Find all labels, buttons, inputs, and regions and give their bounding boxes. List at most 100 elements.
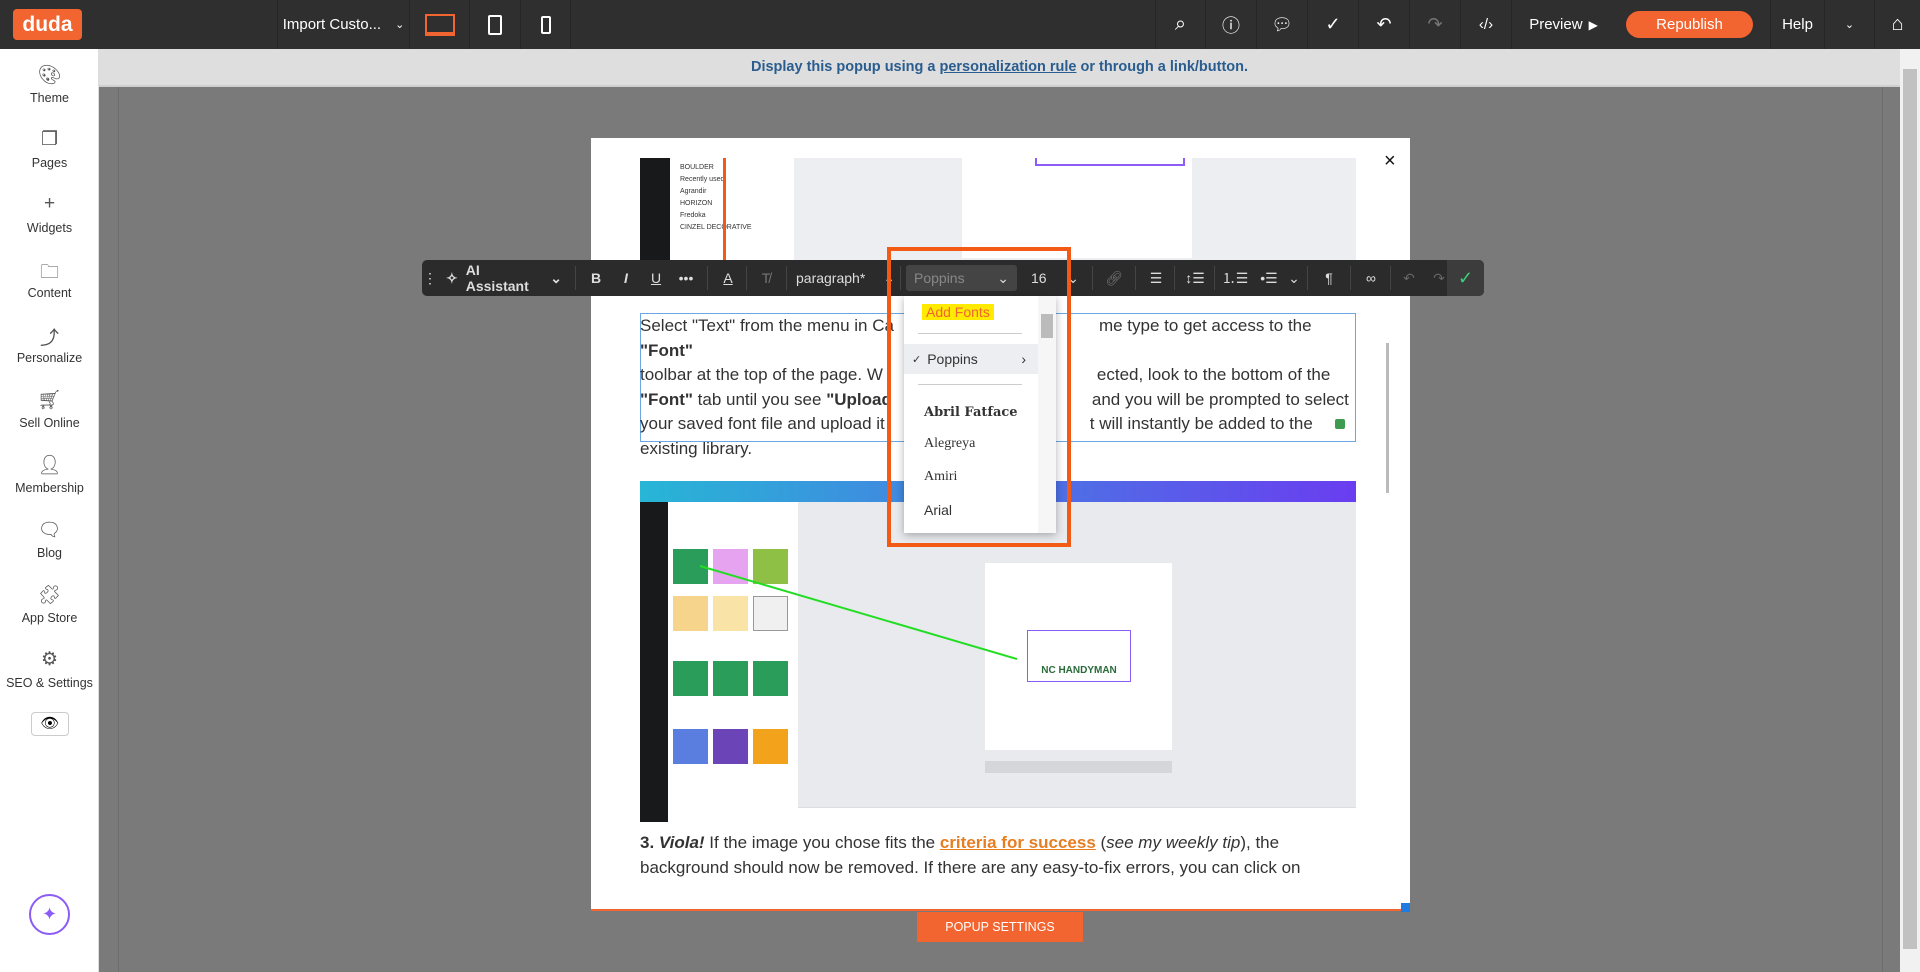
folder-icon: 🗀 [39, 262, 59, 283]
text-direction-button[interactable]: ¶ [1312, 260, 1346, 296]
comment-icon: 💬︎ [1271, 14, 1293, 34]
redo-icon: ↷ [1433, 269, 1445, 286]
undo-icon: ↶ [1376, 14, 1392, 34]
italic-icon: I [624, 270, 628, 286]
play-icon: ▶ [1588, 17, 1598, 32]
eye-icon: 👁︎ [40, 715, 60, 732]
sidebar-item-label: Personalize [16, 351, 83, 365]
redo-icon: ↷ [1427, 14, 1443, 34]
sidebar-item-personalize[interactable]: ⤴ Personalize [0, 323, 99, 365]
line-height-icon: ↕☰ [1185, 269, 1205, 286]
gear-icon: ⚙ [40, 649, 59, 670]
preview-label: Preview [1529, 16, 1583, 33]
sidebar-item-theme[interactable]: 🎨︎ Theme [0, 63, 99, 105]
popup-settings-button[interactable]: POPUP SETTINGS [917, 912, 1083, 942]
criteria-for-success-link[interactable]: criteria for success [940, 833, 1096, 852]
text-color-button[interactable]: A [714, 260, 742, 296]
top-bar: duda Import Custo... ⌄ ⌕ ⓘ 💬︎ ✓ ↶ ↷ ‹/› P… [0, 0, 1920, 49]
sidebar-item-label: Content [27, 286, 72, 300]
sidebar-item-app-store[interactable]: 🧩︎ App Store [0, 583, 99, 625]
chevron-down-icon: ⌄ [1844, 19, 1855, 31]
bold-icon: B [590, 270, 602, 286]
undo-button[interactable]: ↶ [1358, 0, 1409, 49]
mobile-view-button[interactable] [520, 0, 571, 49]
check-icon: ✓ [1325, 14, 1341, 34]
undo-icon: ↶ [1403, 269, 1415, 286]
underline-button[interactable]: U [642, 260, 670, 296]
more-formatting-button[interactable]: ••• [672, 260, 700, 296]
cart-icon: 🛒︎ [37, 390, 62, 411]
check-icon: ✓ [1457, 267, 1474, 288]
list-options-dropdown[interactable]: ⌄ [1284, 260, 1304, 296]
underline-icon: U [650, 270, 662, 286]
align-button[interactable]: ☰ [1139, 260, 1173, 296]
info-button[interactable]: ⓘ [1205, 0, 1256, 49]
clear-format-icon: T̸ [761, 270, 771, 286]
personalize-icon: ⤴ [39, 328, 59, 349]
sidebar-item-content[interactable]: 🗀 Content [0, 258, 99, 300]
text-undo-button[interactable]: ↶ [1394, 260, 1424, 296]
clear-format-button[interactable]: T̸ [752, 260, 780, 296]
comments-button[interactable]: 💬︎ [1256, 0, 1307, 49]
numbered-list-button[interactable]: ⒈☰ [1218, 260, 1252, 296]
preview-button[interactable]: Preview ▶ [1511, 0, 1615, 49]
plus-icon: + [43, 193, 56, 214]
puzzle-icon: 🧩︎ [37, 585, 62, 606]
help-button[interactable]: Help [1770, 0, 1824, 49]
drag-handle-icon[interactable]: ⋮ [423, 260, 437, 296]
republish-button[interactable]: Republish [1626, 11, 1753, 38]
bullet-list-button[interactable]: •☰ [1252, 260, 1286, 296]
sidebar-item-label: Theme [30, 91, 69, 105]
annotation-highlight-box [887, 247, 1071, 547]
page-selector-label: Import Custo... [282, 16, 382, 33]
sidebar-item-pages[interactable]: ❐ Pages [0, 128, 99, 170]
search-button[interactable]: ⌕ [1155, 0, 1205, 49]
paragraph-style-dropdown[interactable]: paragraph* ⌄ [796, 260, 896, 296]
desktop-icon [424, 13, 455, 36]
sidebar-item-membership[interactable]: 👤︎ Membership [0, 453, 99, 495]
visibility-toggle[interactable]: 👁︎ [31, 712, 69, 736]
page-scrollbar[interactable] [1900, 49, 1920, 972]
italic-button[interactable]: I [612, 260, 640, 296]
sidebar-item-label: Pages [31, 156, 68, 170]
sidebar-item-blog[interactable]: 🗨︎ Blog [0, 518, 99, 560]
sidebar-item-label: Widgets [26, 221, 73, 235]
paragraph-icon: ¶ [1325, 270, 1333, 286]
connect-data-icon: ∞ [1366, 270, 1376, 286]
home-button[interactable]: ⌂ [1874, 0, 1920, 49]
sidebar-item-widgets[interactable]: + Widgets [0, 193, 99, 235]
ai-assistant-dropdown[interactable]: ✧ AI Assistant ⌄ [446, 260, 562, 296]
text-color-icon: A [723, 270, 733, 286]
tablet-view-button[interactable] [469, 0, 520, 49]
code-button[interactable]: ‹/› [1460, 0, 1511, 49]
sparkle-icon: ✦ [41, 904, 58, 924]
sidebar-item-label: Sell Online [19, 416, 80, 430]
desktop-view-button[interactable] [409, 0, 469, 49]
checklist-button[interactable]: ✓ [1307, 0, 1358, 49]
confirm-button[interactable]: ✓ [1447, 260, 1484, 296]
dynamic-content-button[interactable]: ∞ [1354, 260, 1388, 296]
speech-bubble-icon: 🗨︎ [37, 520, 62, 541]
banner-text: or through a link/button. [1076, 59, 1249, 75]
popup-scrollbar[interactable] [1384, 138, 1390, 891]
banner-text: Display this popup using a [750, 59, 940, 75]
ai-assistant-button[interactable]: ✦ [29, 894, 70, 935]
sparkle-icon: ✧ [446, 269, 458, 286]
more-menu-button[interactable]: ⌄ [1824, 0, 1874, 49]
duda-logo[interactable]: duda [13, 9, 82, 40]
sidebar-item-label: App Store [21, 611, 78, 625]
paragraph-style-label: paragraph* [796, 270, 866, 286]
page-selector[interactable]: Import Custo... ⌄ [277, 0, 409, 49]
sidebar-item-seo-settings[interactable]: ⚙ SEO & Settings [0, 648, 99, 690]
sidebar-item-sell-online[interactable]: 🛒︎ Sell Online [0, 388, 99, 430]
bullet-list-icon: •☰ [1260, 269, 1278, 286]
link-button[interactable]: 🔗︎ [1097, 260, 1131, 296]
personalization-rule-link[interactable]: personalization rule [939, 59, 1076, 75]
resize-handle[interactable] [1401, 903, 1410, 912]
redo-button[interactable]: ↷ [1409, 0, 1460, 49]
sidebar-item-label: Membership [15, 481, 84, 495]
bold-button[interactable]: B [582, 260, 610, 296]
mobile-icon [540, 15, 551, 34]
line-height-button[interactable]: ↕☰ [1178, 260, 1212, 296]
user-icon: 👤︎ [37, 455, 62, 476]
